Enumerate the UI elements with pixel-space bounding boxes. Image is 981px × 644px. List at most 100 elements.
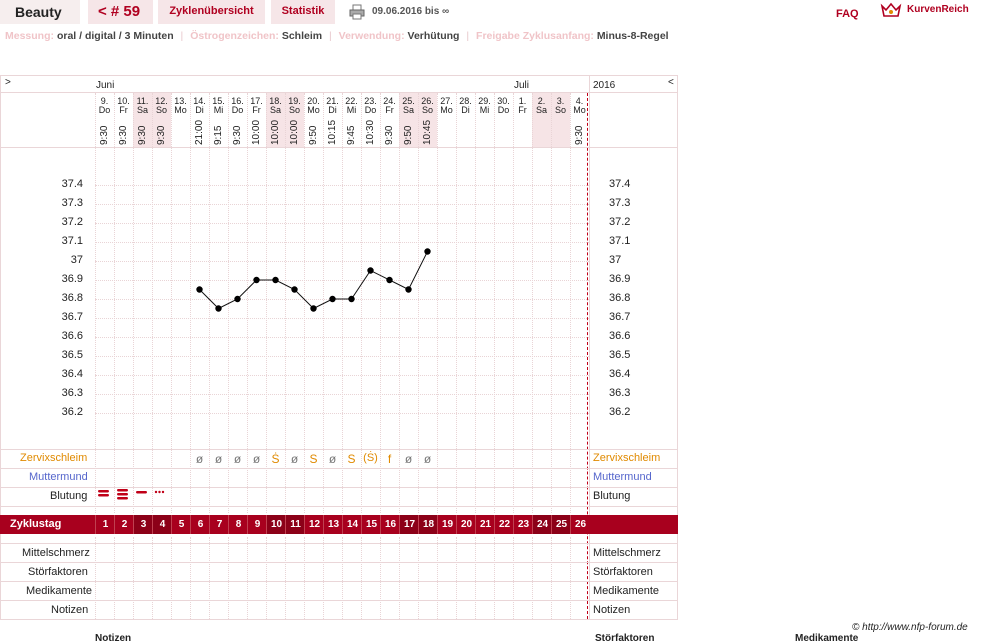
mucus-entry[interactable]: S [304, 452, 323, 466]
cervical-mucus-label: Zervixschleim [20, 452, 88, 464]
cervix-label: Muttermund [29, 471, 88, 483]
y-tick-label: 37.3 [61, 197, 83, 209]
temperature-point[interactable] [272, 276, 279, 284]
cycle-day-label: Zyklustag [10, 518, 62, 530]
mucus-entry[interactable]: S [342, 452, 361, 466]
y-tick-label-right: 36.5 [609, 349, 631, 361]
y-tick-label-right: 37.1 [609, 235, 631, 247]
mucus-entry[interactable]: ø [247, 452, 266, 466]
temperature-point[interactable] [291, 286, 298, 293]
mucus-entry[interactable]: f [380, 452, 399, 466]
medikamente-label-right: Medikamente [593, 585, 660, 597]
cycle-day-number: 3 [133, 515, 153, 534]
bleeding-spotting-icon [154, 490, 165, 494]
y-tick-label-right: 36.7 [609, 311, 631, 323]
cycle-day-number: 20 [456, 515, 476, 534]
bleeding-heavy-icon [98, 490, 109, 497]
mittelschmerz-label-right: Mittelschmerz [593, 547, 661, 559]
cycle-day-number: 16 [380, 515, 400, 534]
cycle-day-number: 13 [323, 515, 343, 534]
cycle-day-number: 4 [152, 515, 172, 534]
medikamente-label: Medikamente [26, 585, 93, 597]
notizen-label-right: Notizen [593, 604, 631, 616]
temperature-point[interactable] [329, 295, 336, 303]
y-tick-label-right: 36.4 [609, 368, 631, 380]
y-tick-label: 37.1 [61, 235, 83, 247]
stoerfaktoren-label: Störfaktoren [28, 566, 88, 578]
stoerfaktoren-label-right: Störfaktoren [593, 566, 653, 578]
temperature-point[interactable] [367, 267, 374, 274]
temperature-curve [196, 248, 431, 312]
temperature-point[interactable] [310, 305, 317, 312]
mucus-entry[interactable]: ø [323, 452, 342, 466]
temperature-point[interactable] [253, 276, 260, 284]
cycle-day-number: 23 [513, 515, 533, 534]
mucus-entry[interactable]: ø [228, 452, 247, 466]
temperature-point[interactable] [234, 295, 241, 303]
mucus-entry[interactable]: ø [209, 452, 228, 466]
y-tick-label: 36.4 [61, 368, 83, 380]
cycle-day-number: 8 [228, 515, 248, 534]
copyright-footer: © http://www.nfp-forum.de [852, 622, 968, 633]
y-tick-label-right: 36.9 [609, 273, 631, 285]
cycle-day-number: 22 [494, 515, 514, 534]
mucus-entry[interactable]: ø [418, 452, 437, 466]
y-tick-label: 37.2 [61, 216, 83, 228]
cycle-day-number: 26 [570, 515, 590, 534]
bleeding-label-right: Blutung [593, 490, 631, 502]
y-tick-label-right: 37.4 [609, 178, 631, 190]
temperature-point[interactable] [348, 295, 355, 303]
cycle-day-number: 10 [266, 515, 286, 534]
cycle-day-number: 5 [171, 515, 191, 534]
y-tick-label-right: 36.6 [609, 330, 631, 342]
mucus-entry[interactable]: (Ṡ) [361, 452, 380, 464]
y-tick-label: 36.6 [61, 330, 83, 342]
cycle-day-number: 12 [304, 515, 324, 534]
cycle-day-number: 6 [190, 515, 210, 534]
mucus-entry[interactable]: ø [399, 452, 418, 466]
cycle-day-number: 14 [342, 515, 362, 534]
cycle-day-number: 24 [532, 515, 552, 534]
bleeding-label: Blutung [50, 490, 88, 502]
temperature-point[interactable] [424, 248, 431, 255]
y-tick-label: 36.3 [61, 387, 83, 399]
temperature-point[interactable] [386, 276, 393, 284]
cycle-day-number: 17 [399, 515, 419, 534]
cycle-day-number: 9 [247, 515, 267, 534]
y-tick-label: 37.4 [61, 178, 83, 190]
y-tick-label: 36.2 [61, 406, 83, 418]
y-tick-label: 36.5 [61, 349, 83, 361]
cervical-mucus-label-right: Zervixschleim [593, 452, 661, 464]
y-tick-label: 36.8 [61, 292, 83, 304]
mucus-entry[interactable]: Ṡ [266, 452, 285, 466]
cycle-day-number: 11 [285, 515, 305, 534]
y-tick-label-right: 37 [609, 254, 622, 266]
mittelschmerz-label: Mittelschmerz [22, 547, 90, 559]
mucus-entry[interactable]: ø [285, 452, 304, 466]
temperature-point[interactable] [215, 305, 222, 312]
cervix-label-right: Muttermund [593, 471, 652, 483]
mucus-entry[interactable]: ø [190, 452, 209, 466]
y-tick-label-right: 36.8 [609, 292, 631, 304]
cycle-day-number: 7 [209, 515, 229, 534]
cycle-day-number: 15 [361, 515, 381, 534]
cycle-day-number: 25 [551, 515, 571, 534]
cycle-day-number: 1 [95, 515, 115, 534]
y-tick-label: 36.7 [61, 311, 83, 323]
notizen-label: Notizen [51, 604, 89, 616]
temperature-point[interactable] [405, 286, 412, 293]
y-tick-label: 37 [70, 254, 83, 266]
cycle-day-number: 21 [475, 515, 495, 534]
cycle-day-number: 18 [418, 515, 438, 534]
y-tick-label-right: 36.3 [609, 387, 631, 399]
cycle-day-number: 2 [114, 515, 134, 534]
y-tick-label-right: 37.2 [609, 216, 631, 228]
y-tick-label-right: 37.3 [609, 197, 631, 209]
bleeding-medium-icon [136, 491, 147, 494]
bleeding-marks [98, 489, 165, 500]
cycle-day-number: 19 [437, 515, 457, 534]
y-tick-label: 36.9 [61, 273, 83, 285]
temperature-point[interactable] [196, 286, 203, 293]
bleeding-heavy-icon [117, 489, 128, 500]
y-tick-label-right: 36.2 [609, 406, 631, 418]
